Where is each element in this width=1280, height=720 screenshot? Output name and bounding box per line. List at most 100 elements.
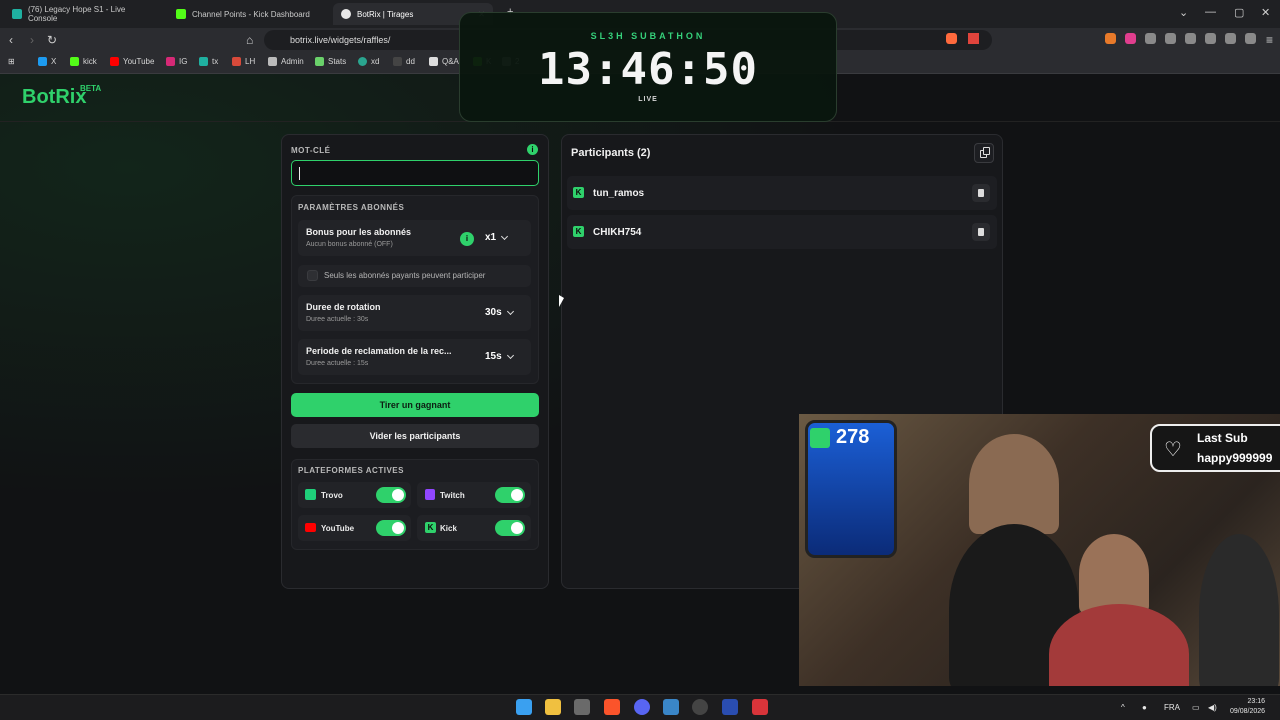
tab-kick-dashboard[interactable]: Channel Points - Kick Dashboard — [168, 3, 330, 25]
keyword-input[interactable] — [291, 160, 539, 186]
last-sub-title: Last Sub — [1197, 431, 1248, 445]
rotation-subtitle: Duree actuelle : 30s — [306, 316, 369, 323]
leo-ai-icon[interactable] — [1225, 33, 1236, 44]
bookmark-youtube[interactable]: YouTube — [110, 57, 154, 66]
copy-icon[interactable] — [974, 143, 994, 163]
menu-icon[interactable]: ≡ — [1266, 33, 1273, 47]
extension-icon[interactable] — [1125, 33, 1136, 44]
forward-icon[interactable]: › — [30, 33, 34, 47]
tab-legacy-hope[interactable]: (76) Legacy Hope S1 - Live Console — [4, 3, 164, 25]
paid-only-label: Seuls les abonnés payants peuvent partic… — [324, 271, 486, 280]
youtube-toggle[interactable] — [376, 520, 406, 536]
tab-label: (76) Legacy Hope S1 - Live Console — [27, 5, 126, 23]
bookmark-x[interactable]: X — [38, 57, 56, 66]
kick-toggle[interactable] — [495, 520, 525, 536]
keyword-label: MOT-CLÉ — [291, 146, 331, 155]
language-indicator[interactable]: FRA — [1164, 703, 1180, 712]
wallet-icon[interactable] — [1205, 33, 1216, 44]
bookmark-admin[interactable]: Admin — [268, 57, 304, 66]
tab-list-chevron-icon[interactable]: ⌄ — [1179, 6, 1188, 19]
bookmark-label: YouTube — [123, 57, 155, 66]
brave-shield-icon[interactable] — [946, 33, 957, 44]
app-icon[interactable] — [752, 699, 768, 715]
sidebar-icon[interactable] — [1185, 33, 1196, 44]
mouse-cursor-icon — [559, 295, 564, 307]
platforms-heading: PLATEFORMES ACTIVES — [298, 466, 404, 475]
clear-participants-button[interactable]: Vider les participants — [291, 424, 539, 448]
bookmark-stats[interactable]: Stats — [315, 57, 346, 66]
bookmark-label: tx — [212, 57, 219, 66]
music-icon[interactable] — [1165, 33, 1176, 44]
bookmark-kick[interactable]: kick — [70, 57, 97, 66]
maximize-icon[interactable]: ▢ — [1234, 6, 1244, 19]
trovo-toggle[interactable] — [376, 487, 406, 503]
bookmark-label: kick — [83, 57, 97, 66]
brave-rewards-icon[interactable] — [968, 33, 979, 44]
twitch-toggle[interactable] — [495, 487, 525, 503]
bookmark-ig[interactable]: IG — [166, 57, 187, 66]
kick-icon: K — [573, 187, 584, 198]
url-text: botrix.live/widgets/raffles/ — [290, 35, 391, 45]
app-icon[interactable] — [722, 699, 738, 715]
last-sub-name: happy999999 — [1197, 451, 1273, 465]
draw-winner-button[interactable]: Tirer un gagnant — [291, 393, 539, 417]
paid-only-checkbox[interactable] — [307, 270, 318, 281]
reload-icon[interactable]: ↻ — [47, 33, 57, 47]
back-icon[interactable]: ‹ — [9, 33, 13, 47]
bookmark-xd[interactable]: xd — [358, 57, 379, 66]
microphone-icon[interactable]: ● — [1142, 703, 1147, 712]
volume-icon[interactable]: ◀) — [1208, 703, 1217, 712]
tray-chevron-icon[interactable]: ^ — [1121, 703, 1125, 712]
bookmark-label: Q&A — [442, 57, 459, 66]
apps-grid-icon[interactable]: ⊞ — [8, 57, 15, 66]
trovo-icon — [305, 489, 316, 500]
viewer-count-value: 278 — [836, 426, 870, 448]
obs-icon[interactable] — [692, 699, 708, 715]
platform-label: Twitch — [440, 491, 465, 500]
bookmark-tx[interactable]: tx — [199, 57, 218, 66]
viewer-count: 278 — [810, 426, 869, 449]
platform-label: YouTube — [321, 524, 355, 533]
text-cursor — [299, 167, 300, 180]
botrix-logo[interactable]: BotRix — [22, 86, 86, 109]
bookmark-qa[interactable]: Q&A — [429, 57, 459, 66]
sub-bonus-info-icon[interactable]: i — [460, 232, 474, 246]
rotation-select[interactable]: 30s — [485, 307, 514, 318]
file-explorer-icon[interactable] — [545, 699, 561, 715]
delete-participant-icon[interactable] — [972, 223, 990, 241]
brave-icon[interactable] — [604, 699, 620, 715]
tab-favicon-icon — [12, 9, 22, 19]
start-icon[interactable] — [516, 699, 532, 715]
vpn-icon[interactable] — [1245, 33, 1256, 44]
kick-icon: K — [425, 522, 436, 533]
subathon-title: SL3H SUBATHON — [590, 31, 706, 41]
app-icon[interactable] — [663, 699, 679, 715]
delete-participant-icon[interactable] — [972, 184, 990, 202]
keyword-info-icon[interactable]: i — [527, 144, 538, 155]
bookmark-lh[interactable]: LH — [232, 57, 255, 66]
rotation-title: Duree de rotation — [306, 302, 381, 312]
extension-icon[interactable] — [1105, 33, 1116, 44]
tab-label: BotRix | Tirages — [357, 9, 414, 19]
close-window-icon[interactable]: ✕ — [1261, 6, 1270, 19]
clock-date: 09/08/2026 — [1230, 708, 1266, 715]
bookmark-icon[interactable]: ⌂ — [246, 33, 253, 47]
subscriber-settings-heading: PARAMÈTRES ABONNÉS — [298, 203, 405, 212]
network-icon[interactable]: ▭ — [1192, 703, 1200, 712]
bookmark-dd[interactable]: dd — [393, 57, 415, 66]
sub-bonus-select[interactable]: x1 — [485, 232, 509, 243]
sub-bonus-subtitle: Aucun bonus abonné (OFF) — [306, 241, 393, 248]
minimize-icon[interactable]: — — [1205, 6, 1216, 18]
bookmark-label: xd — [371, 57, 380, 66]
kick-favicon-icon — [176, 9, 186, 19]
person-image — [1199, 534, 1279, 686]
discord-icon[interactable] — [634, 699, 650, 715]
bookmark-label: Admin — [281, 57, 304, 66]
botrix-favicon-icon — [341, 9, 351, 19]
app-icon[interactable] — [574, 699, 590, 715]
bookmark-label: X — [51, 57, 57, 66]
twitch-icon — [425, 489, 435, 500]
system-clock[interactable]: 23:16 09/08/2026 — [1230, 697, 1265, 717]
claim-select[interactable]: 15s — [485, 351, 514, 362]
extensions-puzzle-icon[interactable] — [1145, 33, 1156, 44]
